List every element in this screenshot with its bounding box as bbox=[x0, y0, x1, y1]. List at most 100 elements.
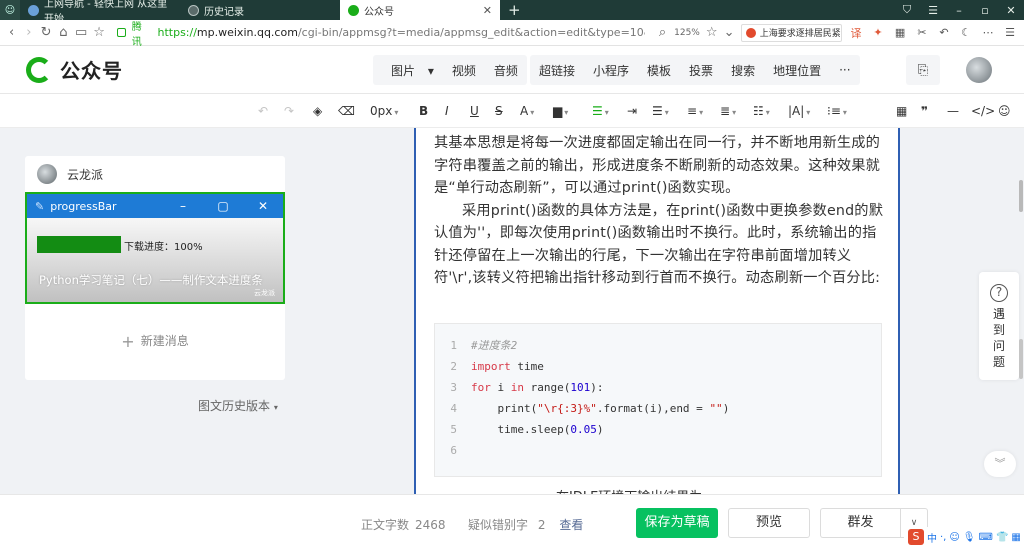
insert-vote-button[interactable]: 投票 bbox=[680, 62, 722, 79]
account-avatar bbox=[37, 164, 57, 184]
undo-icon[interactable]: ↶ bbox=[258, 103, 268, 119]
shirt-icon[interactable]: ⛉ bbox=[894, 3, 920, 17]
indent-icon[interactable]: ⇥ bbox=[627, 103, 637, 119]
align-center-icon[interactable]: ☰ bbox=[652, 103, 669, 119]
ordered-list-icon[interactable]: ⁝≡ bbox=[827, 103, 847, 119]
save-draft-button[interactable]: 保存为草稿 bbox=[636, 508, 718, 538]
divider-icon[interactable]: — bbox=[947, 103, 959, 119]
article-partial-line: 在IDLE环境下输出结果为 bbox=[556, 486, 702, 494]
document-icon[interactable]: ⎘ bbox=[906, 55, 940, 85]
editor-page[interactable]: 其基本思想是将每一次进度都固定输出在同一行，并不断地用新生成的字符串覆盖之前的输… bbox=[414, 128, 900, 494]
url-field[interactable]: 腾讯 https://mp.weixin.qq.com/cgi-bin/appm… bbox=[111, 22, 651, 48]
grid-icon[interactable]: ▦ bbox=[1011, 532, 1020, 543]
bold-icon[interactable]: B bbox=[419, 103, 428, 119]
underline-icon[interactable]: U bbox=[470, 103, 479, 119]
url-text[interactable]: https://mp.weixin.qq.com/cgi-bin/appmsg?… bbox=[157, 26, 644, 39]
punctuation-icon[interactable]: ·, bbox=[940, 532, 946, 543]
table-icon[interactable]: ▦ bbox=[896, 103, 907, 119]
translate-icon[interactable]: 译 bbox=[848, 25, 864, 41]
keyboard-icon[interactable]: ⌨ bbox=[979, 532, 993, 543]
user-avatar-icon[interactable]: ☺ bbox=[0, 0, 20, 20]
sogou-ime-icon[interactable]: S bbox=[908, 529, 924, 545]
editor-scrollbar-thumb[interactable] bbox=[1019, 339, 1023, 379]
reload-icon[interactable]: ↻ bbox=[40, 25, 52, 40]
redo-icon[interactable]: ↷ bbox=[284, 103, 294, 119]
article-body[interactable]: 其基本思想是将每一次进度都固定输出在同一行，并不断地用新生成的字符串覆盖之前的输… bbox=[434, 132, 884, 290]
typo-view-link[interactable]: 查看 bbox=[559, 518, 583, 532]
search-input[interactable]: 上海要求逐排居民紧急就近 ⌕ bbox=[740, 23, 843, 42]
insert-miniprogram-button[interactable]: 小程序 bbox=[584, 62, 638, 79]
star-icon[interactable]: ☆ bbox=[93, 25, 105, 40]
insert-location-button[interactable]: 地理位置 bbox=[764, 62, 830, 79]
help-widget[interactable]: ? 遇到问题 bbox=[979, 272, 1019, 380]
clear-format-icon[interactable]: ⌫ bbox=[338, 103, 355, 119]
browser-menu-icon[interactable]: ☰ bbox=[1002, 26, 1018, 39]
history-versions-link[interactable]: 图文历史版本 ▾ bbox=[198, 397, 278, 414]
maximize-icon[interactable]: ▫ bbox=[972, 4, 998, 17]
editor-toolbar: ↶ ↷ ◈ ⌫ 0px B I U S A ▆ ☰ ⇥ ☰ ≡ ≣ ☷ |A| … bbox=[0, 94, 1024, 128]
strikethrough-icon[interactable]: S bbox=[495, 103, 503, 119]
grid-icon[interactable]: ▦ bbox=[892, 26, 908, 39]
quote-icon[interactable]: ❞ bbox=[921, 103, 928, 119]
close-window-icon[interactable]: ✕ bbox=[998, 4, 1024, 17]
more-icon[interactable]: ⋯ bbox=[980, 26, 996, 39]
tab-history[interactable]: 历史记录 bbox=[180, 0, 340, 20]
moon-icon[interactable]: ☾ bbox=[958, 26, 974, 39]
code-block[interactable]: 1 #进度条2 2 import time 3 for i in range(101)… bbox=[434, 323, 882, 477]
new-message-button[interactable]: + 新建消息 bbox=[25, 332, 285, 351]
minimize-icon[interactable]: – bbox=[946, 4, 972, 17]
close-tab-icon[interactable]: ✕ bbox=[483, 4, 492, 17]
ime-mode[interactable]: 中 bbox=[927, 530, 937, 545]
font-size-select[interactable]: 0px bbox=[370, 103, 398, 119]
feather-icon: ✎ bbox=[35, 199, 45, 213]
tab-navigation[interactable]: 上网导航 - 轻快上网 从这里开始 bbox=[20, 0, 180, 25]
scrollbar-thumb[interactable] bbox=[1019, 180, 1023, 212]
list-icon[interactable]: ☷ bbox=[753, 103, 770, 119]
spacing-icon[interactable]: ≣ bbox=[720, 103, 736, 119]
mp-logo[interactable]: 公众号 bbox=[26, 55, 123, 84]
preview-button[interactable]: 预览 bbox=[728, 508, 810, 538]
dropdown-icon[interactable]: ⌄ bbox=[724, 25, 735, 40]
emoji-icon[interactable]: ☺ bbox=[998, 103, 1011, 119]
collapse-button[interactable]: ︾ bbox=[984, 451, 1016, 477]
back-icon[interactable]: ‹ bbox=[6, 25, 17, 40]
menu-icon[interactable]: ☰ bbox=[920, 4, 946, 17]
zoom-level[interactable]: 125% bbox=[674, 28, 700, 38]
publish-button[interactable]: 群发 bbox=[820, 508, 900, 538]
emoji-icon[interactable]: ☺ bbox=[949, 532, 959, 543]
font-color-icon[interactable]: A bbox=[520, 103, 534, 119]
insert-link-button[interactable]: 超链接 bbox=[530, 62, 584, 79]
more-insert-button[interactable]: ··· bbox=[830, 63, 859, 77]
code-line: 5 time.sleep(0.05) bbox=[450, 423, 604, 436]
align-left-icon[interactable]: ☰ bbox=[592, 103, 609, 119]
format-painter-icon[interactable]: ◈ bbox=[313, 103, 322, 119]
insert-audio-button[interactable]: 音频 bbox=[485, 62, 527, 79]
code-icon[interactable]: </> bbox=[971, 103, 995, 119]
tab-mp[interactable]: 公众号 ✕ bbox=[340, 0, 500, 20]
insert-search-button[interactable]: 搜索 bbox=[722, 62, 764, 79]
insert-video-button[interactable]: 视频 bbox=[443, 62, 485, 79]
article-thumbnail[interactable]: ✎ progressBar – ▢ ✕ 下载进度：100% Python学习笔记… bbox=[25, 192, 285, 304]
article-list-card: 云龙派 ✎ progressBar – ▢ ✕ 下载进度：100% Python… bbox=[25, 156, 285, 380]
undo-icon[interactable]: ↶ bbox=[936, 26, 952, 39]
letter-spacing-icon[interactable]: |A| bbox=[788, 103, 810, 119]
italic-icon[interactable]: I bbox=[445, 103, 449, 119]
background-color-icon[interactable]: ▆ bbox=[553, 103, 568, 119]
forward-icon[interactable]: › bbox=[23, 25, 34, 40]
article-paragraph: 其基本思想是将每一次进度都固定输出在同一行，并不断地用新生成的字符串覆盖之前的输… bbox=[434, 135, 881, 196]
favorite-icon[interactable]: ☆ bbox=[706, 25, 718, 40]
home-icon[interactable]: ⌂ bbox=[58, 25, 69, 40]
url-host: mp.weixin.qq.com bbox=[196, 26, 298, 39]
new-tab-button[interactable]: + bbox=[500, 0, 529, 20]
zoom-icon[interactable]: ⌕ bbox=[657, 25, 668, 40]
scissors-icon[interactable]: ✂ bbox=[914, 26, 930, 39]
microphone-icon[interactable]: 🎙 bbox=[963, 532, 976, 543]
bookmark-icon[interactable]: ▭ bbox=[75, 25, 87, 40]
insert-template-button[interactable]: 模板 bbox=[638, 62, 680, 79]
line-height-icon[interactable]: ≡ bbox=[687, 103, 703, 119]
avatar[interactable] bbox=[966, 57, 992, 83]
chevron-down-icon: ▾ bbox=[273, 403, 278, 412]
skin-icon[interactable]: 👕 bbox=[996, 532, 1008, 543]
insert-image-button[interactable]: 图片 ▾ bbox=[373, 62, 443, 79]
game-icon[interactable]: ✦ bbox=[870, 26, 886, 39]
